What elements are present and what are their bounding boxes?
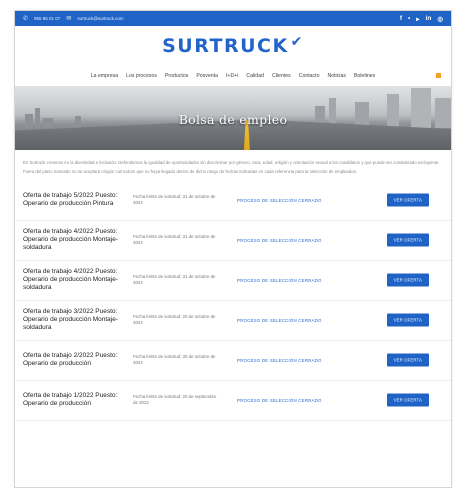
job-title: Oferta de trabajo 4/2022 Puesto: Operari…	[23, 268, 119, 291]
job-title: Oferta de trabajo 2/2022 Puesto: Operari…	[23, 352, 118, 368]
view-offer-button[interactable]: VER OFERTA	[386, 193, 429, 207]
job-row: Oferta de trabajo 2/2022 Puesto: Operari…	[15, 341, 451, 381]
view-offer-button[interactable]: VER OFERTA	[386, 273, 429, 287]
contact-info: ✆ 955 85 01 07 ✉ surtruck@surtruck.com	[23, 15, 124, 22]
job-title: Oferta de trabajo 3/2022 Puesto: Operari…	[23, 308, 119, 331]
language-flag-icon[interactable]	[436, 73, 441, 78]
nav-item-noticias[interactable]: Noticias	[327, 73, 345, 79]
nav-item-calidad[interactable]: Calidad	[246, 73, 264, 79]
main-nav: La empresa Los procesos Productos Posven…	[15, 66, 451, 86]
instagram-icon[interactable]: ◎	[437, 15, 443, 23]
top-bar: ✆ 955 85 01 07 ✉ surtruck@surtruck.com f…	[15, 11, 451, 26]
logo-check-icon: ✔	[290, 34, 304, 50]
job-row: Oferta de trabajo 1/2022 Puesto: Operari…	[15, 381, 451, 421]
logo-text: SURTRUCK	[162, 35, 289, 57]
facebook-icon[interactable]: f	[400, 15, 402, 22]
nav-item-idi[interactable]: I+D+i	[226, 73, 238, 79]
job-deadline: Fecha límite de solicitud: 31 de octubre…	[133, 234, 216, 246]
nav-item-posventa[interactable]: Posventa	[196, 73, 218, 79]
job-status: PROCESO DE SELECCIÓN CERRADO	[237, 397, 322, 403]
nav-item-clientes[interactable]: Clientes	[272, 73, 291, 79]
page-title: Bolsa de empleo	[178, 112, 288, 127]
youtube-icon[interactable]: ▸	[416, 15, 419, 23]
phone-icon: ✆	[23, 16, 29, 22]
nav-item-boletines[interactable]: Boletines	[354, 73, 375, 79]
nav-item-contacto[interactable]: Contacto	[299, 73, 320, 79]
job-list: Oferta de trabajo 5/2022 Puesto: Operari…	[15, 179, 451, 421]
intro-paragraph: Fuera del plazo marcado no se aceptará n…	[23, 169, 357, 175]
email-icon: ✉	[66, 16, 72, 22]
job-row: Oferta de trabajo 3/2022 Puesto: Operari…	[15, 301, 451, 341]
job-deadline: Fecha límite de solicitud: 20 de octubre…	[133, 314, 216, 326]
email-link[interactable]: surtruck@surtruck.com	[77, 16, 123, 21]
nav-item-la-empresa[interactable]: La empresa	[91, 73, 118, 79]
job-status: PROCESO DE SELECCIÓN CERRADO	[237, 197, 322, 203]
intro-paragraph: En Surtruck creemos en la diversidad e i…	[23, 160, 440, 165]
job-row: Oferta de trabajo 4/2022 Puesto: Operari…	[15, 261, 451, 301]
social-links: f • ▸ in ◎	[400, 15, 443, 23]
job-row: Oferta de trabajo 5/2022 Puesto: Operari…	[15, 181, 451, 221]
job-status: PROCESO DE SELECCIÓN CERRADO	[237, 277, 322, 283]
page: ✆ 955 85 01 07 ✉ surtruck@surtruck.com f…	[14, 10, 452, 488]
job-title: Oferta de trabajo 1/2022 Puesto: Operari…	[23, 392, 118, 408]
job-title: Oferta de trabajo 4/2022 Puesto: Operari…	[23, 228, 119, 251]
view-offer-button[interactable]: VER OFERTA	[386, 313, 429, 327]
job-deadline: Fecha límite de solicitud: 20 de septiem…	[133, 394, 217, 406]
hero-banner: Bolsa de empleo	[15, 86, 451, 150]
view-offer-button[interactable]: VER OFERTA	[386, 393, 429, 407]
phone-number[interactable]: 955 85 01 07	[34, 16, 60, 21]
job-status: PROCESO DE SELECCIÓN CERRADO	[237, 317, 322, 323]
linkedin-icon[interactable]: in	[426, 15, 432, 22]
logo[interactable]: SURTRUCK ✔	[162, 34, 304, 57]
twitter-icon[interactable]: •	[408, 15, 410, 22]
logo-row: SURTRUCK ✔	[15, 26, 451, 66]
job-status: PROCESO DE SELECCIÓN CERRADO	[237, 237, 322, 243]
intro-text: En Surtruck creemos en la diversidad e i…	[15, 150, 451, 176]
job-deadline: Fecha límite de solicitud: 30 de octubre…	[133, 354, 216, 366]
job-deadline: Fecha límite de solicitud: 31 de octubre…	[133, 194, 216, 206]
job-title: Oferta de trabajo 5/2022 Puesto: Operari…	[23, 192, 118, 208]
job-status: PROCESO DE SELECCIÓN CERRADO	[237, 357, 322, 363]
nav-item-productos[interactable]: Productos	[165, 73, 188, 79]
nav-item-los-procesos[interactable]: Los procesos	[126, 73, 157, 79]
job-deadline: Fecha límite de solicitud: 31 de octubre…	[133, 274, 216, 286]
view-offer-button[interactable]: VER OFERTA	[386, 233, 429, 247]
job-row: Oferta de trabajo 4/2022 Puesto: Operari…	[15, 221, 451, 261]
view-offer-button[interactable]: VER OFERTA	[386, 353, 429, 367]
